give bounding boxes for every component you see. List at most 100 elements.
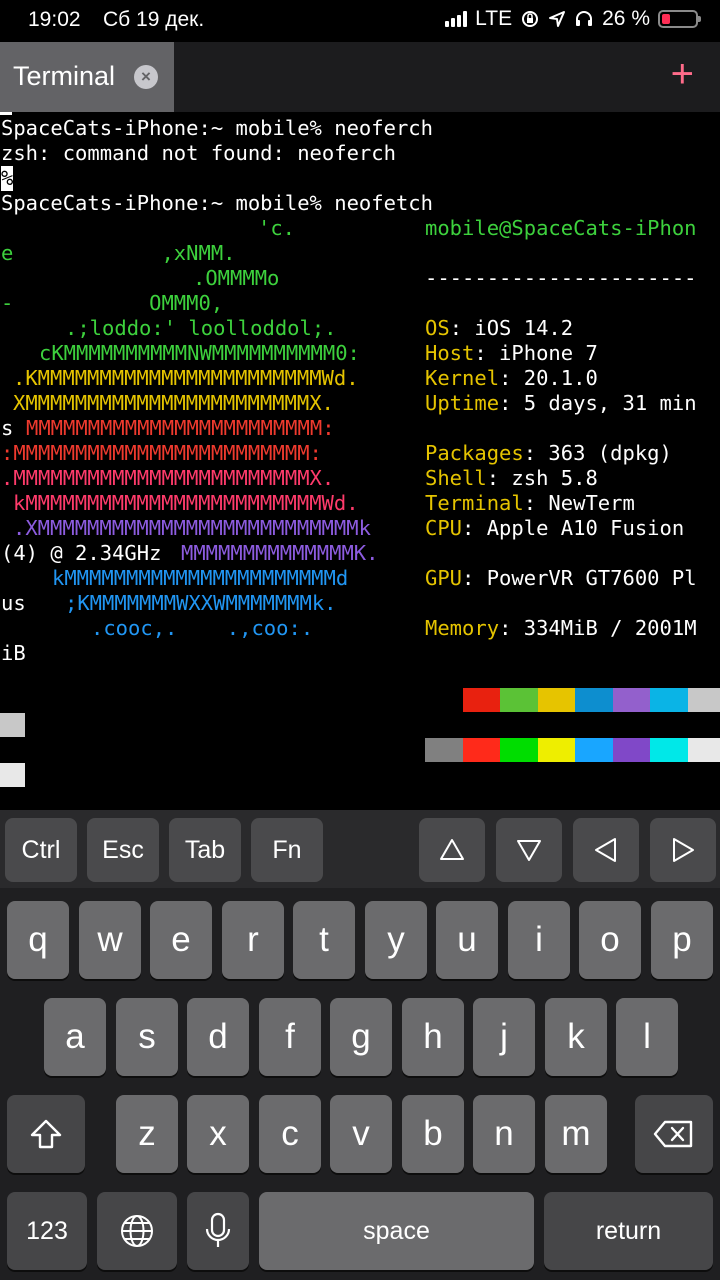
ctrl-key[interactable]: Ctrl	[5, 818, 77, 882]
fn-key[interactable]: Fn	[251, 818, 323, 882]
shift-icon	[30, 1119, 62, 1149]
logo-line: cKMMMMMMMMMMNWMMMMMMMMMM0:	[39, 341, 360, 365]
color-palette-dark	[425, 688, 720, 712]
key-l[interactable]: l	[616, 998, 678, 1076]
tab-key[interactable]: Tab	[169, 818, 241, 882]
battery-percent: 26 %	[602, 7, 650, 30]
status-time: 19:02	[28, 8, 81, 31]
color-swatch	[462, 738, 500, 762]
space-key[interactable]: space	[259, 1192, 534, 1270]
terminal-prompt-mark: %	[1, 166, 14, 191]
color-swatch	[425, 688, 463, 712]
arrow-up-key[interactable]	[419, 818, 485, 882]
info-shell: Shell: zsh 5.8	[425, 466, 598, 490]
key-t[interactable]: t	[293, 901, 355, 979]
key-e[interactable]: e	[150, 901, 212, 979]
key-z[interactable]: z	[116, 1095, 178, 1173]
logo-line: MMMMMMMMMMMMMMMMMMMMMMMM:	[26, 416, 335, 440]
info-cpu: CPU: Apple A10 Fusion	[425, 516, 685, 540]
key-k[interactable]: k	[545, 998, 607, 1076]
esc-key[interactable]: Esc	[87, 818, 159, 882]
key-r[interactable]: r	[222, 901, 284, 979]
info-memory: Memory: 334MiB / 2001M	[425, 616, 697, 640]
key-y[interactable]: y	[365, 901, 427, 979]
cursor-mark	[0, 112, 12, 115]
key-x[interactable]: x	[187, 1095, 249, 1173]
tab-terminal[interactable]: Terminal ×	[0, 42, 174, 112]
info-uptime: Uptime: 5 days, 31 min	[425, 391, 697, 415]
microphone-key[interactable]	[187, 1192, 249, 1270]
shift-key[interactable]	[7, 1095, 85, 1173]
logo-line-prefix: s	[1, 416, 26, 440]
color-swatch	[650, 688, 688, 712]
arrow-down-key[interactable]	[496, 818, 562, 882]
key-s[interactable]: s	[116, 998, 178, 1076]
return-key[interactable]: return	[544, 1192, 713, 1270]
logo-line: - OMMM0,	[1, 291, 224, 315]
logo-line: .;loddo:' loolloddol;.	[65, 316, 337, 340]
key-f[interactable]: f	[259, 998, 321, 1076]
terminal-key-toolbar: Ctrl Esc Tab Fn	[0, 810, 720, 888]
color-swatch	[500, 738, 538, 762]
globe-key[interactable]	[97, 1192, 177, 1270]
logo-line: .KMMMMMMMMMMMMMMMMMMMMMMMWd.	[13, 366, 359, 390]
network-type: LTE	[475, 7, 513, 30]
terminal-output[interactable]: SpaceCats-iPhone:~ mobile% neoferch zsh:…	[0, 112, 720, 810]
info-os: OS: iOS 14.2	[425, 316, 574, 340]
logo-line: e ,xNMM.	[1, 241, 236, 265]
key-m[interactable]: m	[545, 1095, 607, 1173]
key-c[interactable]: c	[259, 1095, 321, 1173]
logo-line-prefix: (4) @ 2.34GHz	[1, 541, 174, 565]
key-g[interactable]: g	[330, 998, 392, 1076]
info-host: Host: iPhone 7	[425, 341, 598, 365]
terminal-line: zsh: command not found: neoferch	[1, 141, 396, 165]
key-q[interactable]: q	[7, 901, 69, 979]
key-d[interactable]: d	[187, 998, 249, 1076]
info-gpu: GPU: PowerVR GT7600 Pl	[425, 566, 697, 590]
color-swatch	[575, 688, 613, 712]
add-tab-button[interactable]: +	[671, 54, 694, 94]
key-i[interactable]: i	[508, 901, 570, 979]
key-n[interactable]: n	[473, 1095, 535, 1173]
key-h[interactable]: h	[402, 998, 464, 1076]
color-swatch	[612, 738, 650, 762]
numbers-key[interactable]: 123	[7, 1192, 87, 1270]
info-terminal: Terminal: NewTerm	[425, 491, 635, 515]
key-a[interactable]: a	[44, 998, 106, 1076]
color-swatch	[425, 738, 463, 762]
key-u[interactable]: u	[436, 901, 498, 979]
tab-title: Terminal	[13, 61, 116, 91]
info-separator: ----------------------	[425, 266, 697, 290]
key-o[interactable]: o	[579, 901, 641, 979]
key-j[interactable]: j	[473, 998, 535, 1076]
logo-line: kMMMMMMMMMMMMMMMMMMMMMMd	[52, 566, 349, 590]
key-b[interactable]: b	[402, 1095, 464, 1173]
terminal-line: SpaceCats-iPhone:~ mobile% neofetch	[1, 191, 433, 215]
scroll-artifact	[0, 763, 25, 787]
key-v[interactable]: v	[330, 1095, 392, 1173]
arrow-left-key[interactable]	[573, 818, 639, 882]
color-swatch	[537, 738, 575, 762]
arrow-right-key[interactable]	[650, 818, 716, 882]
logo-line: :MMMMMMMMMMMMMMMMMMMMMMMM:	[1, 441, 322, 465]
logo-line: MMMMMMMMMMMMMMK.	[181, 541, 379, 565]
logo-line-prefix: iB	[1, 641, 26, 665]
triangle-up-icon	[440, 839, 464, 860]
close-tab-icon[interactable]: ×	[134, 65, 158, 89]
signal-icon	[445, 11, 468, 27]
keyboard: q w e r t y u i o p a s d f g h j k l z …	[0, 888, 720, 1280]
microphone-icon	[205, 1212, 231, 1247]
battery-icon	[658, 10, 701, 28]
triangle-down-icon	[517, 840, 541, 861]
key-w[interactable]: w	[79, 901, 141, 979]
color-swatch	[687, 688, 720, 712]
status-date: Сб 19 дек.	[103, 8, 205, 31]
key-p[interactable]: p	[651, 901, 713, 979]
color-swatch	[612, 688, 650, 712]
triangle-right-icon	[673, 838, 694, 862]
logo-line: ;KMMMMMMMWXXWMMMMMMMk.	[65, 591, 337, 615]
triangle-left-icon	[595, 838, 616, 862]
color-swatch	[537, 688, 575, 712]
logo-line: kMMMMMMMMMMMMMMMMMMMMMMMMWd.	[13, 491, 359, 515]
delete-key[interactable]	[635, 1095, 713, 1173]
